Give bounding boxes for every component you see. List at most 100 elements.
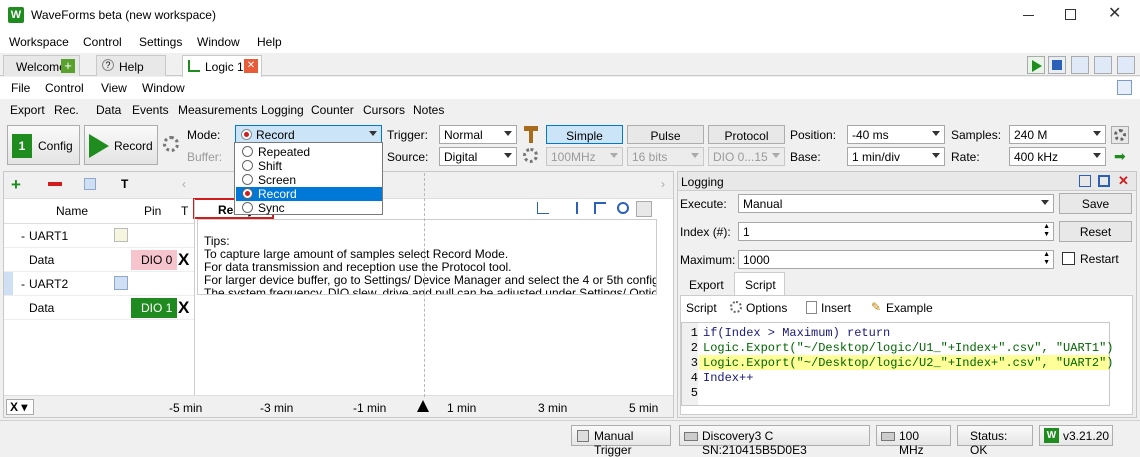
reset-button[interactable]: Reset	[1059, 221, 1132, 242]
tool-counter[interactable]: Counter	[311, 103, 354, 117]
panel-restore-icon[interactable]	[1079, 175, 1091, 187]
close-icon[interactable]: ✕	[1108, 3, 1121, 23]
edit-channel-icon[interactable]	[84, 178, 96, 190]
plot-gear-icon[interactable]	[636, 201, 652, 217]
scroll-left-icon[interactable]: ‹	[182, 177, 186, 191]
maximize-icon[interactable]	[1065, 9, 1076, 20]
fit-icon[interactable]	[566, 202, 578, 214]
cursor-icon[interactable]	[537, 202, 549, 214]
window-menu-icon[interactable]	[1117, 56, 1135, 74]
manual-trigger-label: Manual Trigger	[594, 429, 634, 457]
tool-cursors[interactable]: Cursors	[363, 103, 405, 117]
minimize-icon[interactable]	[1023, 15, 1034, 16]
run-icon[interactable]	[1027, 56, 1045, 74]
imenu-window[interactable]: Window	[142, 81, 185, 95]
settings-gear-icon[interactable]	[163, 136, 179, 152]
menu-help[interactable]: Help	[257, 35, 282, 49]
channel-row[interactable]: Data DIO 1 X	[4, 296, 194, 320]
mode-option-shift[interactable]: Shift	[236, 159, 382, 173]
menu-control[interactable]: Control	[83, 35, 122, 49]
manual-trigger-button[interactable]: Manual Trigger	[571, 425, 671, 457]
restart-checkbox[interactable]	[1062, 252, 1075, 265]
tab-welcome[interactable]: Welcome +	[3, 55, 80, 76]
pulse-trigger-button[interactable]: Pulse	[627, 125, 704, 144]
mode-option-repeated[interactable]: Repeated	[236, 145, 382, 159]
insert-menu[interactable]: Insert	[821, 301, 851, 315]
version-button[interactable]: Wv3.21.20	[1039, 425, 1113, 446]
position-select[interactable]: -40 ms	[847, 125, 945, 144]
tab-close-icon[interactable]: ✕	[244, 59, 258, 73]
trigger-x[interactable]: X	[178, 298, 189, 318]
tab-script[interactable]: Script	[734, 272, 785, 296]
protocol-trigger-button[interactable]: Protocol	[708, 125, 785, 144]
config-button[interactable]: 1 Config	[7, 125, 80, 165]
tool-logging[interactable]: Logging	[261, 103, 304, 117]
scroll-right-icon[interactable]: ›	[661, 177, 665, 191]
index-spinner[interactable]: 1 ▲ ▼	[738, 222, 1054, 241]
mode-option-screen[interactable]: Screen	[236, 173, 382, 187]
add-icon[interactable]: +	[61, 59, 75, 73]
channel-row[interactable]: - UART2	[4, 272, 194, 296]
menu-window[interactable]: Window	[197, 35, 240, 49]
pin-badge[interactable]: DIO 1	[131, 298, 177, 318]
base-select[interactable]: 1 min/div	[847, 147, 945, 166]
imenu-file[interactable]: File	[11, 81, 30, 95]
tool-export[interactable]: Export	[10, 103, 45, 117]
save-button[interactable]: Save	[1059, 193, 1132, 214]
restore-icon[interactable]	[1117, 80, 1132, 95]
maximum-spinner[interactable]: 1000 ▲ ▼	[738, 250, 1054, 269]
hammer-icon[interactable]	[524, 126, 538, 143]
x-dropdown[interactable]: X ▾	[6, 399, 34, 415]
tab-logic[interactable]: Logic 1 ✕	[182, 55, 262, 77]
imenu-view[interactable]: View	[101, 81, 127, 95]
record-button[interactable]: Record	[84, 125, 158, 165]
rate-select[interactable]: 400 kHz	[1009, 147, 1106, 166]
channel-edit-icon[interactable]	[114, 228, 128, 242]
script-menu[interactable]: Script	[686, 301, 717, 315]
options-menu[interactable]: Options	[746, 301, 787, 315]
cascade-icon[interactable]	[1071, 56, 1089, 74]
panel-maximize-icon[interactable]	[1098, 175, 1110, 187]
add-channel-icon[interactable]: +	[11, 175, 21, 195]
tool-notes[interactable]: Notes	[413, 103, 444, 117]
trigger-select[interactable]: Normal	[439, 125, 517, 144]
device-button[interactable]: Discovery3 C SN:210415B5D0E3	[679, 425, 870, 457]
stop-icon[interactable]	[1048, 56, 1066, 74]
tool-events[interactable]: Events	[132, 103, 169, 117]
simple-trigger-button[interactable]: Simple	[546, 125, 623, 144]
text-tool-icon[interactable]: T	[121, 177, 128, 191]
expand-toggle[interactable]: -	[21, 277, 25, 291]
zoom-icon[interactable]	[617, 202, 629, 214]
remove-channel-icon[interactable]	[48, 182, 62, 186]
channel-row[interactable]: - UART1	[4, 224, 194, 248]
status-button[interactable]: Status: OK	[957, 425, 1033, 457]
source-gear-icon[interactable]	[523, 148, 538, 163]
channel-row[interactable]: Data DIO 0 X	[4, 248, 194, 272]
tool-data[interactable]: Data	[96, 103, 121, 117]
samples-select[interactable]: 240 M	[1009, 125, 1106, 144]
example-menu[interactable]: Example	[886, 301, 933, 315]
mode-option-sync[interactable]: Sync	[236, 201, 382, 215]
tile-icon[interactable]	[1094, 56, 1112, 74]
execute-select[interactable]: Manual	[738, 194, 1054, 213]
trigger-x[interactable]: X	[178, 250, 189, 270]
menu-settings[interactable]: Settings	[139, 35, 182, 49]
arrow-right-icon[interactable]: ➡	[1114, 148, 1126, 165]
expand-toggle[interactable]: -	[21, 229, 25, 243]
samples-gear-icon[interactable]	[1111, 126, 1129, 144]
tool-rec[interactable]: Rec.	[54, 103, 79, 117]
mode-option-record[interactable]: Record	[236, 187, 382, 201]
trigger-position-icon[interactable]	[417, 400, 429, 412]
source-select[interactable]: Digital	[439, 147, 517, 166]
tab-help[interactable]: ? Help	[96, 55, 166, 76]
tool-measurements[interactable]: Measurements	[178, 103, 257, 117]
menu-workspace[interactable]: Workspace	[9, 35, 69, 49]
panel-close-icon[interactable]: ✕	[1118, 173, 1129, 189]
channel-edit-icon[interactable]	[114, 276, 128, 290]
script-editor[interactable]: 1 2 3 4 5 if(Index > Maximum) return Log…	[681, 322, 1113, 406]
tab-export[interactable]: Export	[680, 273, 732, 295]
pin-badge[interactable]: DIO 0	[131, 250, 177, 270]
frequency-button[interactable]: 100 MHz	[876, 425, 951, 457]
measure-icon[interactable]	[594, 202, 606, 214]
imenu-control[interactable]: Control	[45, 81, 84, 95]
